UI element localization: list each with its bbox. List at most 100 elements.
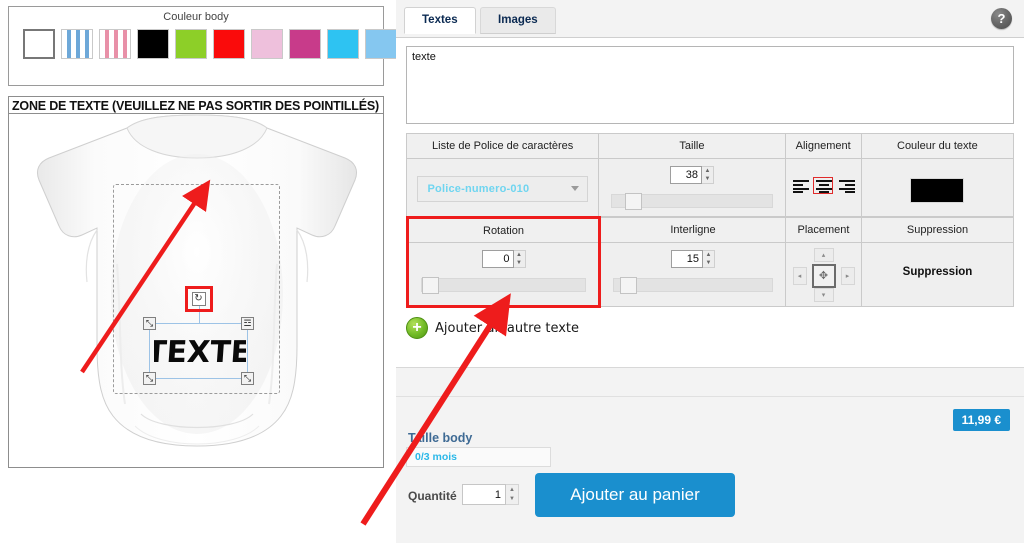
add-another-text-button[interactable]: + Ajouter un autre texte <box>406 317 1014 339</box>
move-right-button[interactable]: ▸ <box>840 267 855 285</box>
tab-images[interactable]: Images <box>480 7 556 34</box>
color-section-title: Couleur body <box>163 11 229 23</box>
spinner-up-icon[interactable]: ▲ <box>706 252 712 258</box>
color-swatch-rouge[interactable] <box>213 29 245 59</box>
header-interligne: Interligne <box>599 217 786 243</box>
color-swatch-bleu-ciel[interactable] <box>365 29 397 59</box>
spinner-down-icon[interactable]: ▼ <box>509 496 515 502</box>
rotation-spinner-buttons[interactable]: ▲ ▼ <box>513 250 526 268</box>
page-root: Couleur body ZONE DE TEXTE (VEUILLEZ NE … <box>0 0 1024 543</box>
header-placement: Placement <box>785 217 862 243</box>
move-down-button[interactable]: ▾ <box>813 288 834 302</box>
move-center-button[interactable]: ✥ <box>811 264 836 288</box>
size-input[interactable] <box>669 166 702 184</box>
cell-placement: ▴ ◂ ✥ ▸ ▾ <box>785 242 862 307</box>
color-swatch-blanc[interactable] <box>23 29 55 59</box>
price-badge: 11,99 € <box>952 409 1010 431</box>
size-slider-knob[interactable] <box>625 193 643 210</box>
color-picker-box: Couleur body <box>8 6 397 86</box>
header-text-color: Couleur du texte <box>860 133 1015 159</box>
resize-handle-bottom-left[interactable]: ⤡ <box>143 372 156 385</box>
resize-handle-top-left[interactable]: ⤡ <box>143 317 156 330</box>
color-swatch-rose-pale[interactable] <box>251 29 283 59</box>
move-left-button[interactable]: ◂ <box>792 267 807 285</box>
spinner-up-icon[interactable]: ▲ <box>509 487 515 493</box>
chevron-down-icon <box>570 186 579 191</box>
interligne-spinner-buttons[interactable]: ▲ ▼ <box>703 250 715 268</box>
purchase-block: 11,99 € Taille body 0/3 mois Quantité ▲ … <box>396 396 1024 543</box>
interligne-slider-knob[interactable] <box>619 277 637 294</box>
spinner-up-icon[interactable]: ▲ <box>516 252 522 258</box>
spinner-up-icon[interactable]: ▲ <box>704 168 710 174</box>
color-swatch-raye-rose[interactable] <box>99 29 131 59</box>
interligne-slider[interactable] <box>613 277 773 294</box>
rotation-slider-knob[interactable] <box>422 277 439 294</box>
header-alignment: Alignement <box>784 133 862 159</box>
add-to-cart-button[interactable]: Ajouter au panier <box>535 473 735 517</box>
delete-handle-icon[interactable]: ☲ <box>241 317 254 330</box>
bodysuit-stage[interactable]: ↻ TEXTE ⤡ ☲ ⤡ ⤡ <box>9 114 383 467</box>
color-swatch-cyan[interactable] <box>327 29 359 59</box>
text-color-swatch[interactable] <box>910 178 965 203</box>
header-suppression: Suppression <box>861 217 1014 243</box>
cell-suppression: Suppression <box>861 242 1014 307</box>
header-rotation: Rotation <box>406 216 601 243</box>
quantity-spinner[interactable]: ▲ ▼ <box>506 484 519 505</box>
color-swatch-row <box>9 23 397 59</box>
size-label: Taille body <box>408 431 473 445</box>
help-icon[interactable]: ? <box>991 8 1012 29</box>
rotation-input[interactable] <box>481 250 514 268</box>
text-input-area[interactable] <box>406 46 1014 124</box>
size-select[interactable]: 0/3 mois <box>406 447 551 467</box>
resize-handle-bottom-right[interactable]: ⤡ <box>241 372 254 385</box>
tab-bar: Textes Images ? <box>396 0 1024 38</box>
color-swatch-noir[interactable] <box>137 29 169 59</box>
text-zone-box: ZONE DE TEXTE (VEUILLEZ NE PAS SORTIR DE… <box>8 96 384 468</box>
size-spinner-buttons[interactable]: ▲ ▼ <box>701 166 714 184</box>
text-zone-label: ZONE DE TEXTE (VEUILLEZ NE PAS SORTIR DE… <box>9 97 383 114</box>
interligne-stepper[interactable]: ▲ ▼ <box>607 250 779 268</box>
interligne-input[interactable] <box>671 250 703 268</box>
add-another-text-label: Ajouter un autre texte <box>435 320 580 336</box>
svg-text:TEXTE: TEXTE <box>154 335 246 370</box>
cell-alignment <box>784 158 862 217</box>
tab-textes[interactable]: Textes <box>404 7 476 34</box>
color-swatch-raye-bleu[interactable] <box>61 29 93 59</box>
align-center-icon[interactable] <box>813 177 834 194</box>
preview-text-art: TEXTE <box>154 335 246 370</box>
delete-text-button[interactable]: Suppression <box>897 265 979 279</box>
selected-text-object[interactable]: ↻ TEXTE ⤡ ☲ ⤡ ⤡ <box>143 286 254 385</box>
spinner-down-icon[interactable]: ▼ <box>704 176 710 182</box>
cell-size: ▲ ▼ <box>598 158 786 217</box>
editor-content: Liste de Police de caractères Taille Ali… <box>396 38 1024 368</box>
color-swatch-fuchsia[interactable] <box>289 29 321 59</box>
plus-icon: + <box>406 317 428 339</box>
alignment-group <box>790 177 856 194</box>
quantity-label: Quantité <box>408 489 457 503</box>
spinner-down-icon[interactable]: ▼ <box>706 260 712 266</box>
font-select[interactable]: Police-numero-010 <box>417 176 588 202</box>
quantity-input[interactable] <box>462 484 506 505</box>
cell-interligne: ▲ ▼ <box>599 242 786 307</box>
align-left-icon[interactable] <box>790 177 810 194</box>
size-slider[interactable] <box>611 193 773 210</box>
align-right-icon[interactable] <box>836 177 856 194</box>
header-size: Taille <box>598 133 786 159</box>
rotation-slider[interactable] <box>421 277 586 294</box>
header-font-list: Liste de Police de caractères <box>405 133 600 159</box>
spinner-down-icon[interactable]: ▼ <box>516 260 522 266</box>
cell-font-select: Police-numero-010 <box>405 158 600 217</box>
rotation-stepper[interactable]: ▲ ▼ <box>415 250 592 268</box>
rotate-handle-highlight <box>184 286 213 312</box>
product-preview-panel: Couleur body ZONE DE TEXTE (VEUILLEZ NE … <box>0 0 397 543</box>
placement-dpad: ▴ ◂ ✥ ▸ ▾ <box>792 248 855 302</box>
editor-panel: Textes Images ? Liste de Police de carac… <box>396 0 1024 543</box>
text-properties-table-row2: Rotation Interligne Placement Suppressio… <box>406 216 1014 308</box>
cell-rotation: ▲ ▼ <box>406 242 601 308</box>
font-select-value: Police-numero-010 <box>427 183 530 195</box>
size-stepper[interactable]: ▲ ▼ <box>605 166 778 184</box>
preview-text: TEXTE <box>154 329 246 375</box>
color-swatch-vert-anis[interactable] <box>175 29 207 59</box>
move-up-button[interactable]: ▴ <box>813 248 834 262</box>
cell-text-color <box>860 158 1015 217</box>
